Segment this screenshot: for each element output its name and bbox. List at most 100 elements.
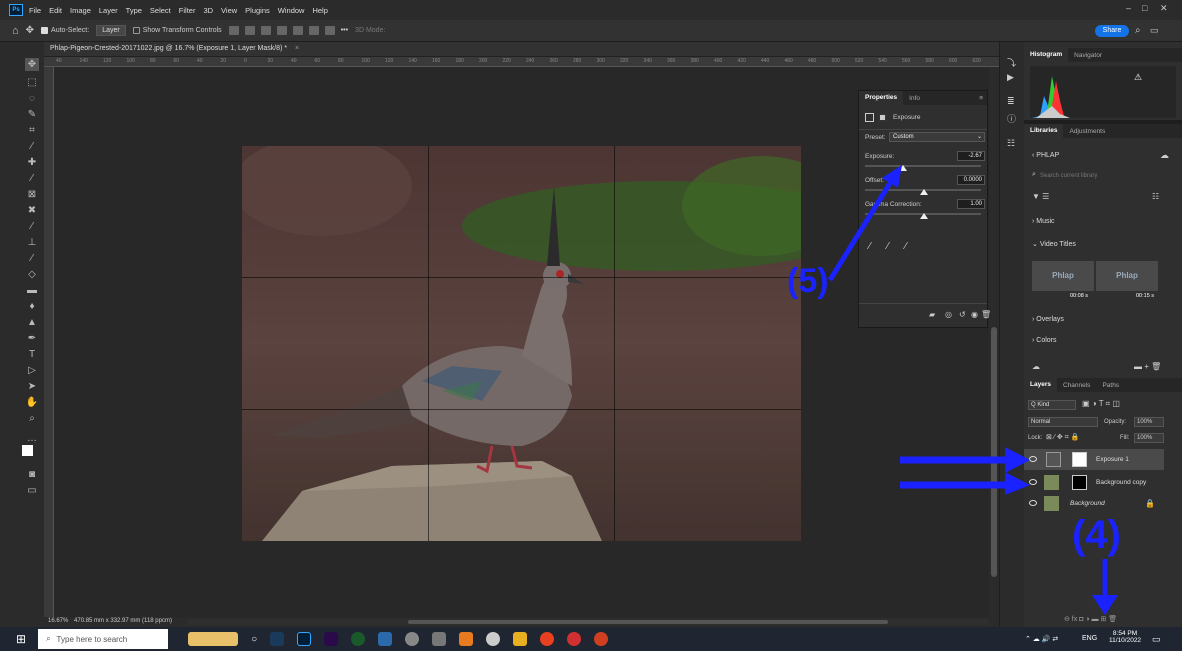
clip-to-layer-icon[interactable]: ▰ — [929, 310, 935, 319]
zoom-tool-icon[interactable]: ⌕ — [25, 412, 39, 425]
view-previous-icon[interactable]: ◎ — [945, 310, 952, 319]
pen-tool-icon[interactable]: ✒ — [25, 332, 39, 345]
widgets-icon[interactable] — [188, 632, 239, 646]
library-search-input[interactable]: Search current library — [1030, 170, 1168, 182]
tab-info[interactable]: Info — [903, 95, 926, 102]
brush-tool-icon[interactable]: ⁄ — [25, 172, 39, 185]
reset-icon[interactable]: ↺ — [959, 310, 966, 319]
move-tool-icon[interactable]: ✥ — [26, 25, 34, 36]
premiere-icon[interactable] — [324, 632, 339, 646]
gamma-input[interactable]: 1.00 — [957, 199, 985, 209]
menu-layer[interactable]: Layer — [99, 6, 118, 15]
warning-icon[interactable]: ⚠ — [1134, 72, 1142, 83]
history-icon[interactable]: ⤵ — [1007, 56, 1016, 69]
menu-help[interactable]: Help — [312, 6, 327, 15]
app-icon[interactable] — [432, 632, 447, 646]
dodge-tool-icon[interactable]: ▲ — [25, 316, 39, 329]
menu-type[interactable]: Type — [126, 6, 142, 15]
visibility-eye-icon[interactable] — [1029, 500, 1037, 506]
marquee-tool-icon[interactable]: ⬚ — [25, 76, 39, 89]
crop-tool-icon[interactable]: ⌗ — [25, 124, 39, 137]
minimize-icon[interactable]: – — [1126, 3, 1131, 13]
healing-brush-icon[interactable]: ✚ — [25, 156, 39, 169]
system-tray-icons[interactable]: ⌃ ☁ 🔊 ⇄ — [1025, 635, 1058, 643]
tab-properties[interactable]: Properties — [859, 91, 904, 105]
fill-input[interactable]: 100% — [1134, 433, 1164, 443]
folder-icon[interactable] — [513, 632, 528, 646]
powerpoint-icon[interactable] — [594, 632, 609, 646]
more-options-icon[interactable]: ••• — [341, 27, 348, 34]
art-brush-icon[interactable]: ⁄ — [25, 252, 39, 265]
tab-layers[interactable]: Layers — [1024, 378, 1057, 392]
menu-plugins[interactable]: Plugins — [245, 6, 270, 15]
layer-mask-thumb[interactable] — [1072, 452, 1087, 467]
align-right-icon[interactable] — [260, 26, 271, 35]
app-icon[interactable] — [567, 632, 582, 646]
play-icon[interactable]: ▶ — [1007, 72, 1014, 83]
add-library-icon[interactable]: ▬ + 🗑 — [1134, 362, 1161, 371]
distribute-icon[interactable] — [292, 26, 303, 35]
menu-file[interactable]: File — [29, 6, 41, 15]
visibility-icon[interactable]: ◉ — [971, 310, 978, 319]
eraser-icon[interactable]: ◇ — [25, 268, 39, 281]
vertical-scrollbar[interactable] — [989, 67, 999, 620]
menu-view[interactable]: View — [221, 6, 237, 15]
video-title-thumb[interactable]: Phlap — [1096, 261, 1158, 291]
section-video-titles[interactable]: ⌄ Video Titles — [1032, 240, 1076, 248]
section-overlays[interactable]: › Overlays — [1032, 316, 1064, 323]
gamma-slider-knob[interactable] — [920, 213, 928, 219]
history-brush-icon[interactable]: ⁄ — [25, 220, 39, 233]
app-icon[interactable] — [351, 632, 366, 646]
tab-paths[interactable]: Paths — [1096, 382, 1125, 389]
close-icon[interactable]: ✕ — [1160, 3, 1168, 14]
menu-image[interactable]: Image — [70, 6, 91, 15]
layer-row-background[interactable]: Background 🔒 — [1024, 493, 1164, 514]
info-icon[interactable]: ⓘ — [1007, 112, 1016, 125]
menu-edit[interactable]: Edit — [49, 6, 62, 15]
align-top-icon[interactable] — [276, 26, 287, 35]
notification-icon[interactable]: ▭ — [1152, 634, 1161, 645]
tab-navigator[interactable]: Navigator — [1068, 52, 1108, 59]
menu-window[interactable]: Window — [278, 6, 305, 15]
tab-channels[interactable]: Channels — [1057, 382, 1096, 389]
taskbar-search[interactable]: ⌕ Type here to search — [38, 629, 169, 649]
photoshop-taskbar-icon[interactable] — [297, 632, 312, 646]
move-tool-icon[interactable]: ✥ — [25, 58, 39, 71]
library-name[interactable]: ‹ PHLAP — [1032, 152, 1059, 159]
layer-row-exposure[interactable]: Exposure 1 — [1024, 449, 1164, 470]
cortana-icon[interactable]: ○ — [251, 634, 257, 645]
windows-start-icon[interactable]: ⊞ — [16, 632, 26, 646]
tab-close-icon[interactable]: × — [295, 45, 299, 52]
show-transform-checkbox[interactable]: Show Transform Controls — [132, 27, 222, 34]
align-center-icon[interactable] — [244, 26, 255, 35]
lock-icon[interactable]: 🔒 — [1145, 499, 1155, 508]
adjustments-icon[interactable]: ≣ — [1007, 96, 1015, 107]
search-icon[interactable]: ⌕ — [1135, 25, 1141, 36]
workspace-icon[interactable]: ▭ — [1150, 25, 1159, 36]
clock[interactable]: 8:54 PM 11/10/2022 — [1109, 630, 1141, 644]
layer-name[interactable]: Background — [1070, 500, 1105, 507]
tab-histogram[interactable]: Histogram — [1024, 48, 1069, 62]
view-toggle-icon[interactable]: ☷ — [1152, 192, 1159, 201]
type-tool-icon[interactable]: T — [25, 348, 39, 361]
foreground-color-swatch[interactable] — [22, 445, 33, 456]
quick-select-icon[interactable]: ✎ — [25, 108, 39, 121]
mask-icon[interactable] — [878, 113, 887, 122]
menu-filter[interactable]: Filter — [179, 6, 196, 15]
panel-menu-icon[interactable]: ≡ — [979, 95, 987, 102]
app-icon[interactable] — [486, 632, 501, 646]
section-music[interactable]: › Music — [1032, 218, 1055, 225]
auto-select-checkbox[interactable]: Auto-Select: — [41, 27, 89, 34]
maximize-icon[interactable]: □ — [1142, 3, 1147, 13]
library-cloud-icon[interactable]: ☁ — [1032, 362, 1040, 371]
path-select-icon[interactable]: ▷ — [25, 364, 39, 377]
gradient-tool-icon[interactable]: ▬ — [25, 284, 39, 297]
chrome-icon[interactable] — [540, 632, 555, 646]
align-bottom-icon[interactable] — [308, 26, 319, 35]
more-tools-icon[interactable]: … — [25, 432, 39, 445]
app-icon[interactable] — [405, 632, 420, 646]
zoom-level[interactable]: 16.67% — [48, 618, 68, 624]
horizontal-scrollbar[interactable] — [188, 619, 988, 625]
share-button[interactable]: Share — [1095, 25, 1129, 37]
properties-icon[interactable]: ☷ — [1007, 138, 1015, 149]
